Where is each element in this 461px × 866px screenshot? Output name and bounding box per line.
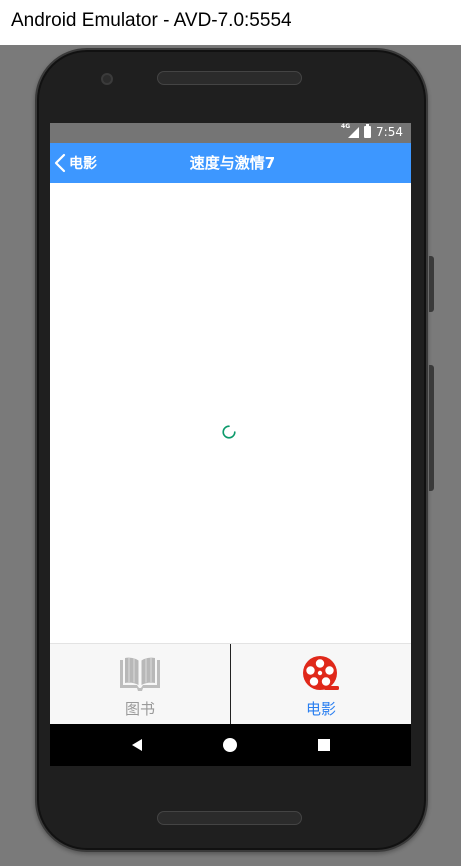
tab-movies[interactable]: 电影 — [230, 644, 411, 724]
front-camera — [101, 73, 113, 85]
system-back-button[interactable] — [125, 733, 149, 757]
app-bar: 电影 速度与激情7 — [50, 143, 411, 183]
volume-button[interactable] — [429, 365, 434, 491]
recents-square-icon — [318, 739, 331, 751]
status-bar: 4G 7:54 — [50, 123, 411, 143]
bottom-speaker — [157, 811, 302, 825]
book-icon — [120, 657, 160, 691]
tab-movies-label: 电影 — [305, 700, 336, 718]
loading-spinner — [222, 425, 236, 439]
status-time: 7:54 — [376, 125, 403, 139]
film-reel-icon — [303, 656, 339, 690]
emulator-window-title: Android Emulator - AVD-7.0:5554 — [0, 0, 461, 45]
bottom-navigation: 图书 电影 — [50, 643, 411, 724]
power-button[interactable] — [429, 256, 434, 312]
page-title: 速度与激情7 — [189, 154, 276, 172]
home-circle-icon — [223, 738, 238, 752]
system-home-button[interactable] — [218, 733, 242, 757]
tab-books[interactable]: 图书 — [50, 644, 230, 724]
earpiece-speaker — [157, 71, 302, 85]
back-triangle-icon — [131, 739, 142, 751]
signal-icon: 4G — [341, 123, 360, 139]
system-navigation-bar — [50, 724, 411, 766]
device-screen: 4G 7:54 电影 速度与激情7 图书 电影 — [50, 123, 411, 766]
tab-books-label: 图书 — [124, 700, 155, 718]
system-recents-button[interactable] — [312, 733, 336, 757]
battery-icon — [364, 124, 372, 138]
